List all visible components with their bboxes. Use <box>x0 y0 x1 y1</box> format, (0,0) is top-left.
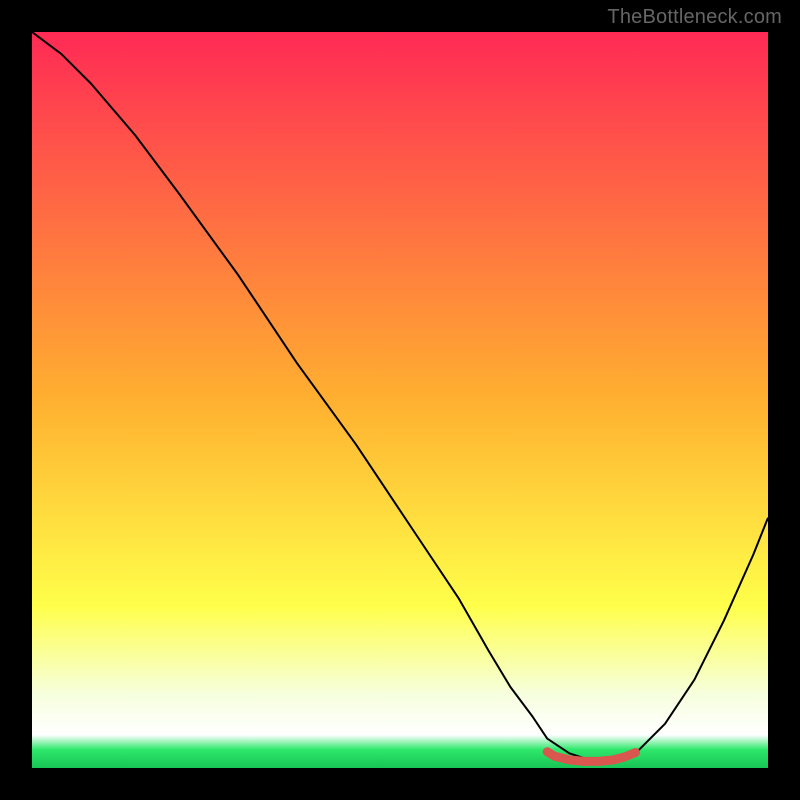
plot-area <box>32 32 768 768</box>
gradient-background <box>32 32 768 768</box>
watermark: TheBottleneck.com <box>607 6 782 29</box>
chart-svg <box>32 32 768 768</box>
chart-container: TheBottleneck.com <box>0 0 800 800</box>
